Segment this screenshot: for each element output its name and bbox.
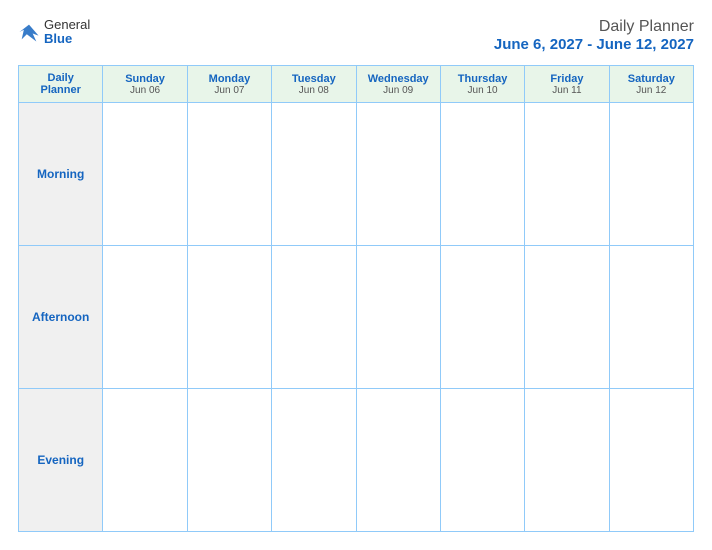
wednesday-date: Jun 09 [359, 85, 438, 96]
afternoon-monday[interactable] [187, 246, 271, 389]
sunday-label: Sunday [105, 73, 184, 85]
col-friday: Friday Jun 11 [525, 66, 609, 103]
evening-label: Evening [19, 389, 103, 532]
thursday-label: Thursday [443, 73, 522, 85]
logo-bird-icon [18, 21, 40, 43]
friday-date: Jun 11 [527, 85, 606, 96]
afternoon-tuesday[interactable] [272, 246, 356, 389]
col-wednesday: Wednesday Jun 09 [356, 66, 440, 103]
sunday-date: Jun 06 [105, 85, 184, 96]
col-thursday: Thursday Jun 10 [440, 66, 524, 103]
monday-label: Monday [190, 73, 269, 85]
col-saturday: Saturday Jun 12 [609, 66, 693, 103]
morning-monday[interactable] [187, 103, 271, 246]
afternoon-saturday[interactable] [609, 246, 693, 389]
evening-sunday[interactable] [103, 389, 187, 532]
row-afternoon: Afternoon [19, 246, 694, 389]
morning-thursday[interactable] [440, 103, 524, 246]
morning-label: Morning [19, 103, 103, 246]
row-morning: Morning [19, 103, 694, 246]
col-header-label: DailyPlanner [19, 66, 103, 103]
header: General Blue Daily Planner June 6, 2027 … [18, 18, 694, 53]
logo-text: General Blue [44, 18, 90, 47]
evening-monday[interactable] [187, 389, 271, 532]
daily-planner-col-header: DailyPlanner [21, 72, 100, 96]
saturday-label: Saturday [612, 73, 691, 85]
thursday-date: Jun 10 [443, 85, 522, 96]
tuesday-label: Tuesday [274, 73, 353, 85]
afternoon-thursday[interactable] [440, 246, 524, 389]
planner-title: Daily Planner [494, 18, 694, 36]
evening-thursday[interactable] [440, 389, 524, 532]
row-evening: Evening [19, 389, 694, 532]
evening-friday[interactable] [525, 389, 609, 532]
morning-sunday[interactable] [103, 103, 187, 246]
logo-blue-text: Blue [44, 32, 90, 46]
tuesday-date: Jun 08 [274, 85, 353, 96]
date-range: June 6, 2027 - June 12, 2027 [494, 36, 694, 53]
wednesday-label: Wednesday [359, 73, 438, 85]
evening-tuesday[interactable] [272, 389, 356, 532]
afternoon-sunday[interactable] [103, 246, 187, 389]
page: General Blue Daily Planner June 6, 2027 … [0, 0, 712, 550]
col-monday: Monday Jun 07 [187, 66, 271, 103]
saturday-date: Jun 12 [612, 85, 691, 96]
calendar-table: DailyPlanner Sunday Jun 06 Monday Jun 07… [18, 65, 694, 532]
morning-friday[interactable] [525, 103, 609, 246]
morning-wednesday[interactable] [356, 103, 440, 246]
monday-date: Jun 07 [190, 85, 269, 96]
evening-saturday[interactable] [609, 389, 693, 532]
afternoon-friday[interactable] [525, 246, 609, 389]
logo: General Blue [18, 18, 90, 47]
col-sunday: Sunday Jun 06 [103, 66, 187, 103]
col-tuesday: Tuesday Jun 08 [272, 66, 356, 103]
friday-label: Friday [527, 73, 606, 85]
morning-saturday[interactable] [609, 103, 693, 246]
evening-wednesday[interactable] [356, 389, 440, 532]
title-block: Daily Planner June 6, 2027 - June 12, 20… [494, 18, 694, 53]
logo-general-text: General [44, 18, 90, 32]
afternoon-wednesday[interactable] [356, 246, 440, 389]
morning-tuesday[interactable] [272, 103, 356, 246]
afternoon-label: Afternoon [19, 246, 103, 389]
column-headers: DailyPlanner Sunday Jun 06 Monday Jun 07… [19, 66, 694, 103]
